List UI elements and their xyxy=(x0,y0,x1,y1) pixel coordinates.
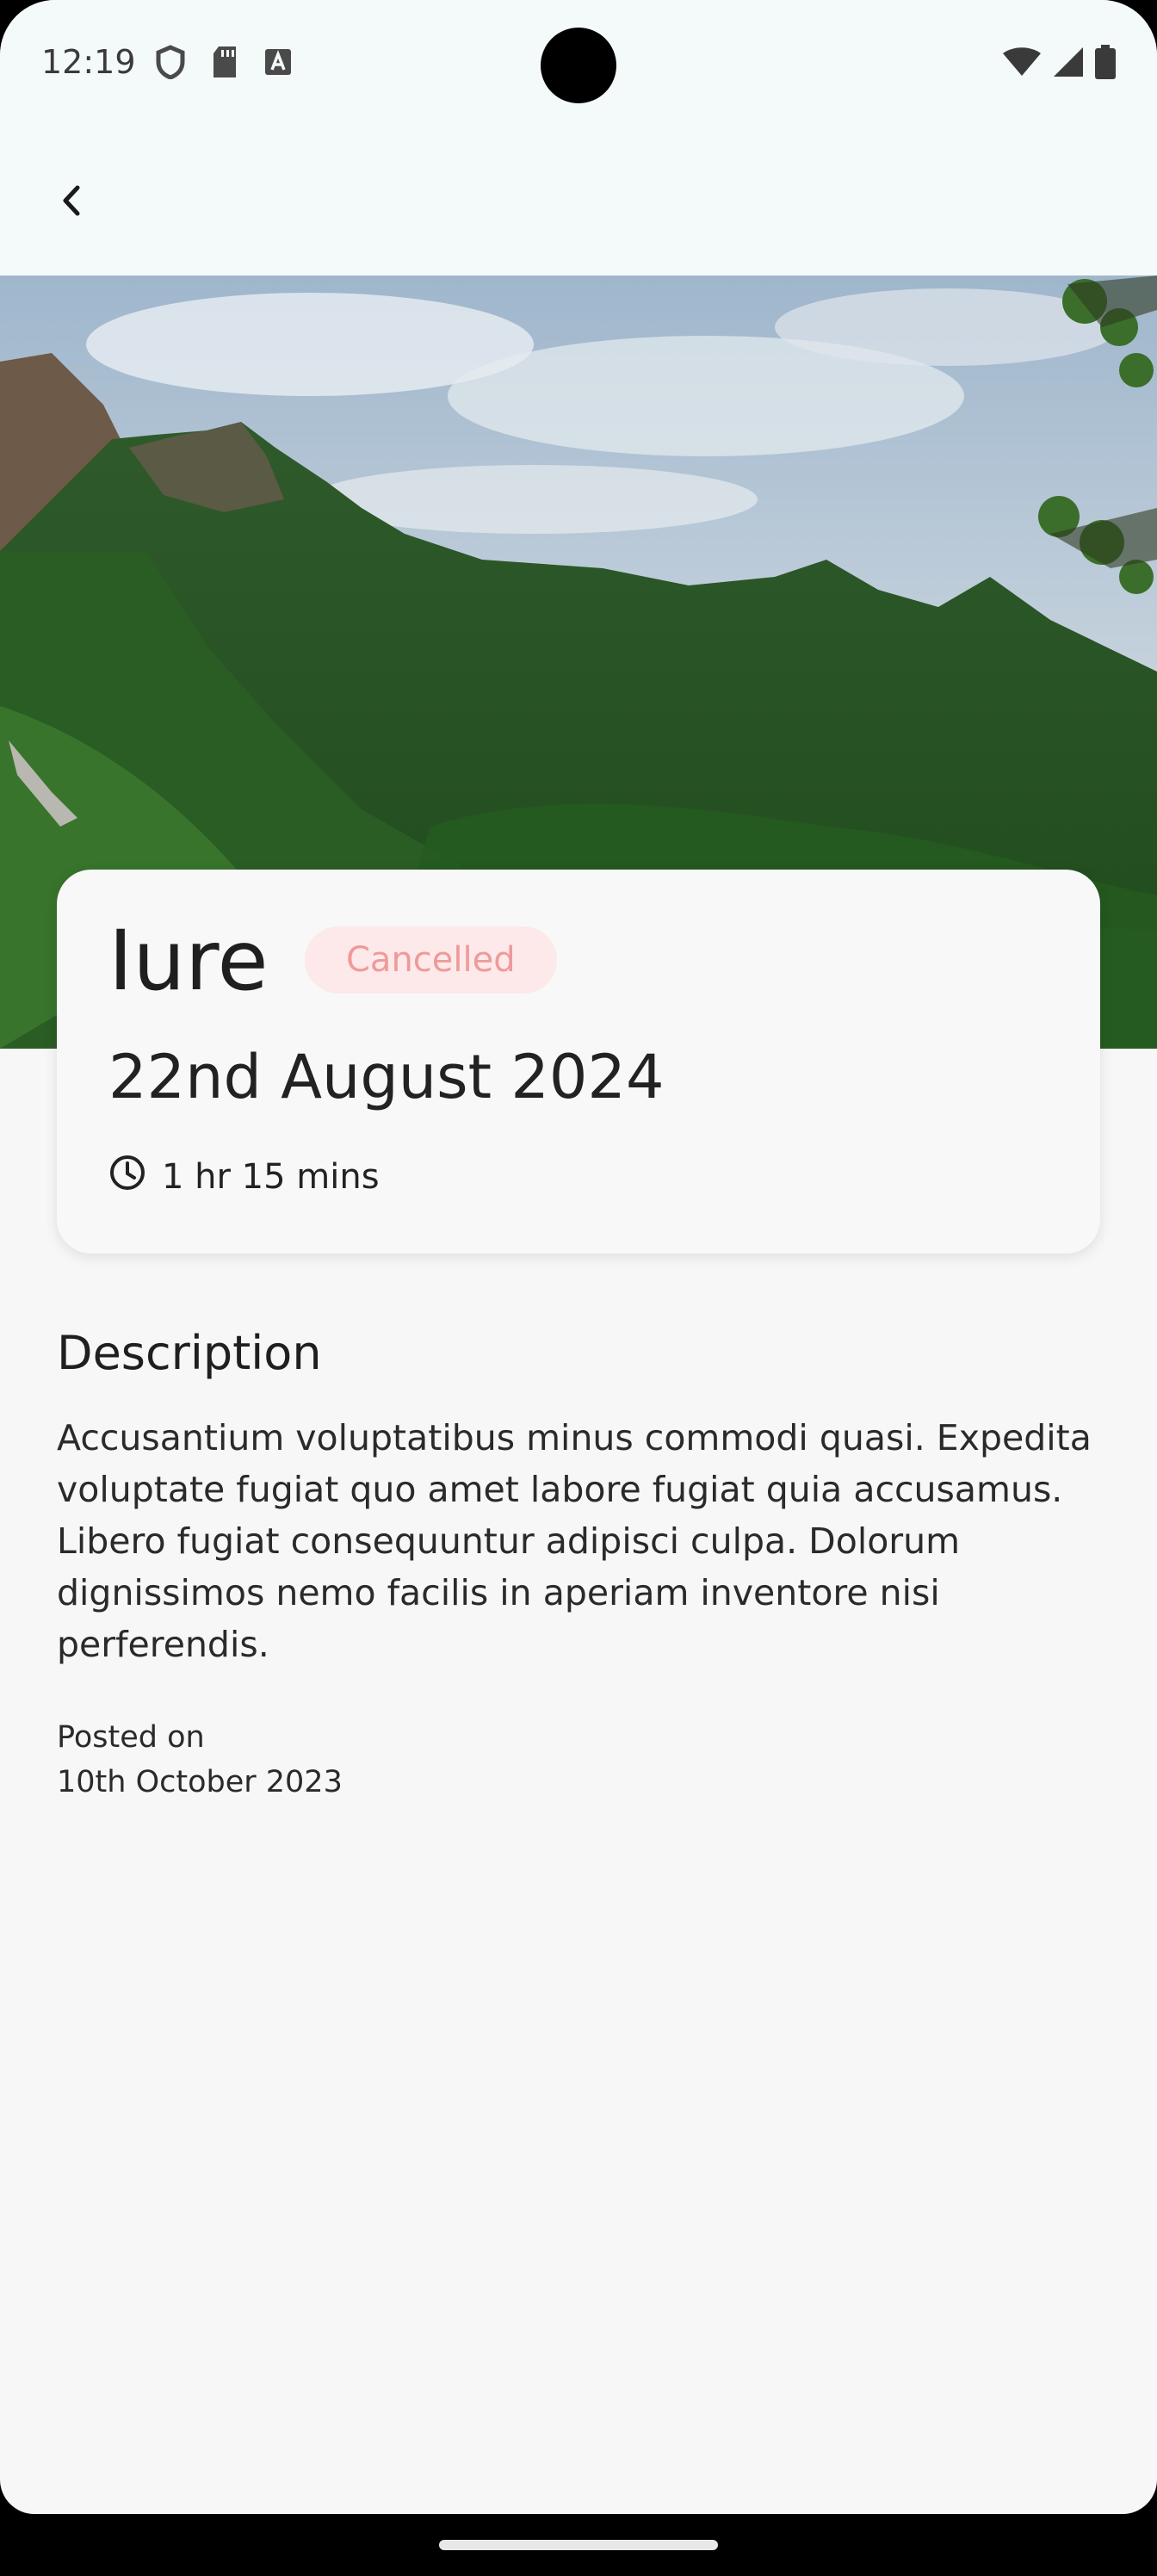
status-time: 12:19 xyxy=(41,43,136,81)
event-card: Iure Cancelled 22nd August 2024 1 hr 15 … xyxy=(57,870,1100,1254)
description-text: Accusantium voluptatibus minus commodi q… xyxy=(57,1417,1092,1665)
home-indicator[interactable] xyxy=(439,2540,718,2550)
posted-date: 10th October 2023 xyxy=(57,1765,343,1799)
posted-label: Posted on xyxy=(57,1720,205,1755)
text-a-icon xyxy=(263,47,293,80)
status-right-icons xyxy=(1002,45,1116,83)
status-badge: Cancelled xyxy=(305,926,557,994)
back-button[interactable] xyxy=(43,174,100,231)
battery-icon xyxy=(1095,45,1116,83)
clock-icon xyxy=(108,1154,146,1200)
duration-text: 1 hr 15 mins xyxy=(162,1157,380,1197)
chevron-left-icon xyxy=(59,183,84,221)
event-title: Iure xyxy=(108,913,269,1009)
app-screen: 12:19 Iure Cancelled 22nd August 2024 1 … xyxy=(0,0,1157,2514)
shield-icon xyxy=(155,45,186,83)
event-duration: 1 hr 15 mins xyxy=(108,1154,380,1200)
status-bar: 12:19 xyxy=(0,0,1157,129)
description-heading: Description xyxy=(57,1326,322,1380)
signal-icon xyxy=(1052,46,1085,82)
camera-cutout xyxy=(541,28,616,103)
top-app-bar xyxy=(0,129,1157,276)
sd-card-icon xyxy=(210,45,239,83)
event-date: 22nd August 2024 xyxy=(108,1042,665,1112)
status-left-icons xyxy=(155,45,293,83)
wifi-icon xyxy=(1002,46,1042,81)
